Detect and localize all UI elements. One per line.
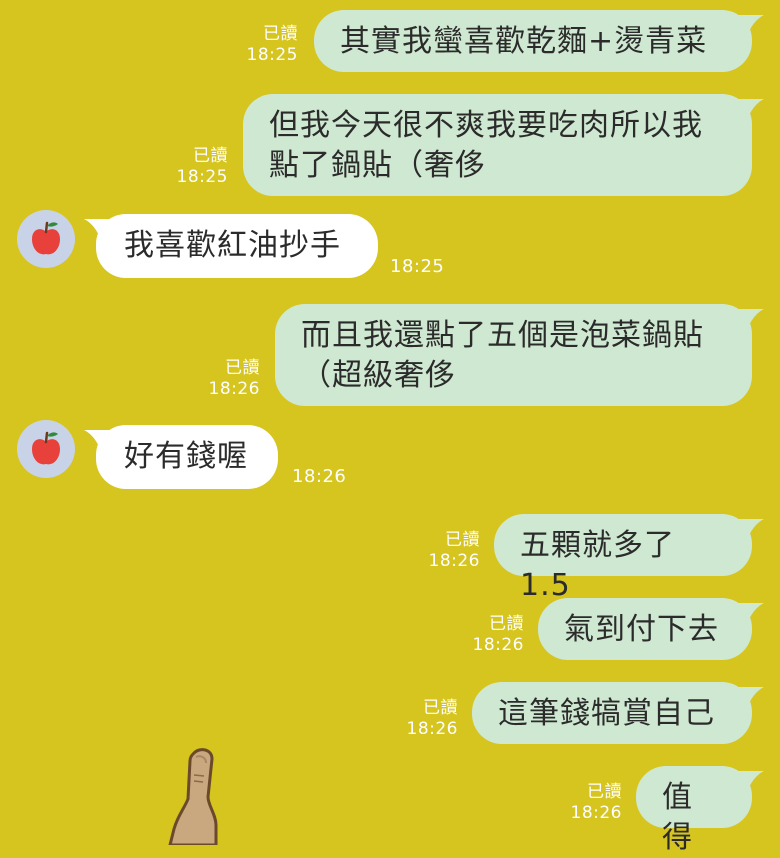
bubble-tail	[734, 304, 764, 328]
message-time: 18:26	[292, 466, 347, 487]
read-receipt: 已讀	[489, 614, 524, 634]
sent-message-bubble[interactable]: 值得	[636, 766, 764, 855]
message-time: 18:25	[246, 45, 298, 65]
contact-avatar[interactable]	[17, 420, 75, 478]
read-receipt: 已讀	[445, 530, 480, 550]
message-meta: 18:25	[390, 256, 444, 277]
message-text-line: 其實我蠻喜歡乾麵+燙青菜	[340, 24, 708, 59]
message-meta: 18:26	[292, 466, 346, 487]
message-meta: 已讀 18:26	[429, 530, 481, 572]
message-time: 18:25	[390, 256, 445, 277]
message-time: 18:26	[570, 803, 622, 823]
received-message-bubble[interactable]: 好有錢喔	[84, 425, 278, 489]
message-text-line: 氣到付下去	[564, 612, 719, 647]
chat-area[interactable]: 已讀 18:25 其實我蠻喜歡乾麵+燙青菜 已讀 18:25 但我今天很不爽我要…	[0, 0, 780, 855]
message-text-line: 點了鍋貼（奢侈	[269, 148, 486, 183]
message-text-line: 這筆錢犒賞自己	[498, 696, 715, 731]
bubble-tail	[84, 425, 114, 449]
message-text-line: 五顆就多了1.5	[520, 528, 675, 603]
message-text-line: 好有錢喔	[124, 439, 248, 474]
message-text-line: （超級奢侈	[301, 358, 456, 393]
pointing-finger-sticker-icon	[150, 745, 240, 847]
read-receipt: 已讀	[263, 24, 298, 44]
read-receipt: 已讀	[193, 146, 228, 166]
bubble-tail	[734, 766, 764, 790]
message-meta: 已讀 18:26	[571, 782, 623, 824]
sent-message-bubble[interactable]: 其實我蠻喜歡乾麵+燙青菜	[314, 10, 764, 72]
read-receipt: 已讀	[423, 698, 458, 718]
message-text-line: 但我今天很不爽我要吃肉所以我	[269, 108, 703, 143]
bubble-tail	[734, 598, 764, 622]
message-time: 18:25	[176, 167, 228, 187]
message-time: 18:26	[406, 719, 458, 739]
message-meta: 已讀 18:25	[177, 146, 229, 188]
apple-icon	[32, 431, 60, 465]
message-meta: 已讀 18:26	[209, 358, 261, 400]
message-meta: 已讀 18:26	[407, 698, 459, 740]
contact-avatar[interactable]	[17, 210, 75, 268]
bubble-tail	[734, 514, 764, 538]
bubble-tail	[734, 682, 764, 706]
message-text-line: 而且我還點了五個是泡菜鍋貼	[301, 318, 704, 353]
sent-message-bubble[interactable]: 氣到付下去	[538, 598, 764, 660]
message-text-line: 我喜歡紅油抄手	[124, 228, 341, 263]
apple-icon	[32, 221, 60, 255]
sent-message-bubble[interactable]: 這筆錢犒賞自己	[472, 682, 764, 744]
message-meta: 已讀 18:25	[247, 24, 299, 66]
message-time: 18:26	[428, 551, 480, 571]
read-receipt: 已讀	[587, 782, 622, 802]
message-text-line: 值得	[662, 780, 693, 855]
bubble-tail	[734, 10, 764, 34]
message-time: 18:26	[208, 379, 260, 399]
message-meta: 已讀 18:26	[473, 614, 525, 656]
read-receipt: 已讀	[225, 358, 260, 378]
sent-message-bubble[interactable]: 五顆就多了1.5	[494, 514, 764, 603]
bubble-tail	[734, 94, 764, 118]
bubble-tail	[84, 214, 114, 238]
message-time: 18:26	[472, 635, 524, 655]
sent-message-bubble[interactable]: 而且我還點了五個是泡菜鍋貼 （超級奢侈	[275, 304, 764, 406]
sent-message-bubble[interactable]: 但我今天很不爽我要吃肉所以我 點了鍋貼（奢侈	[243, 94, 764, 196]
received-message-bubble[interactable]: 我喜歡紅油抄手	[84, 214, 378, 278]
